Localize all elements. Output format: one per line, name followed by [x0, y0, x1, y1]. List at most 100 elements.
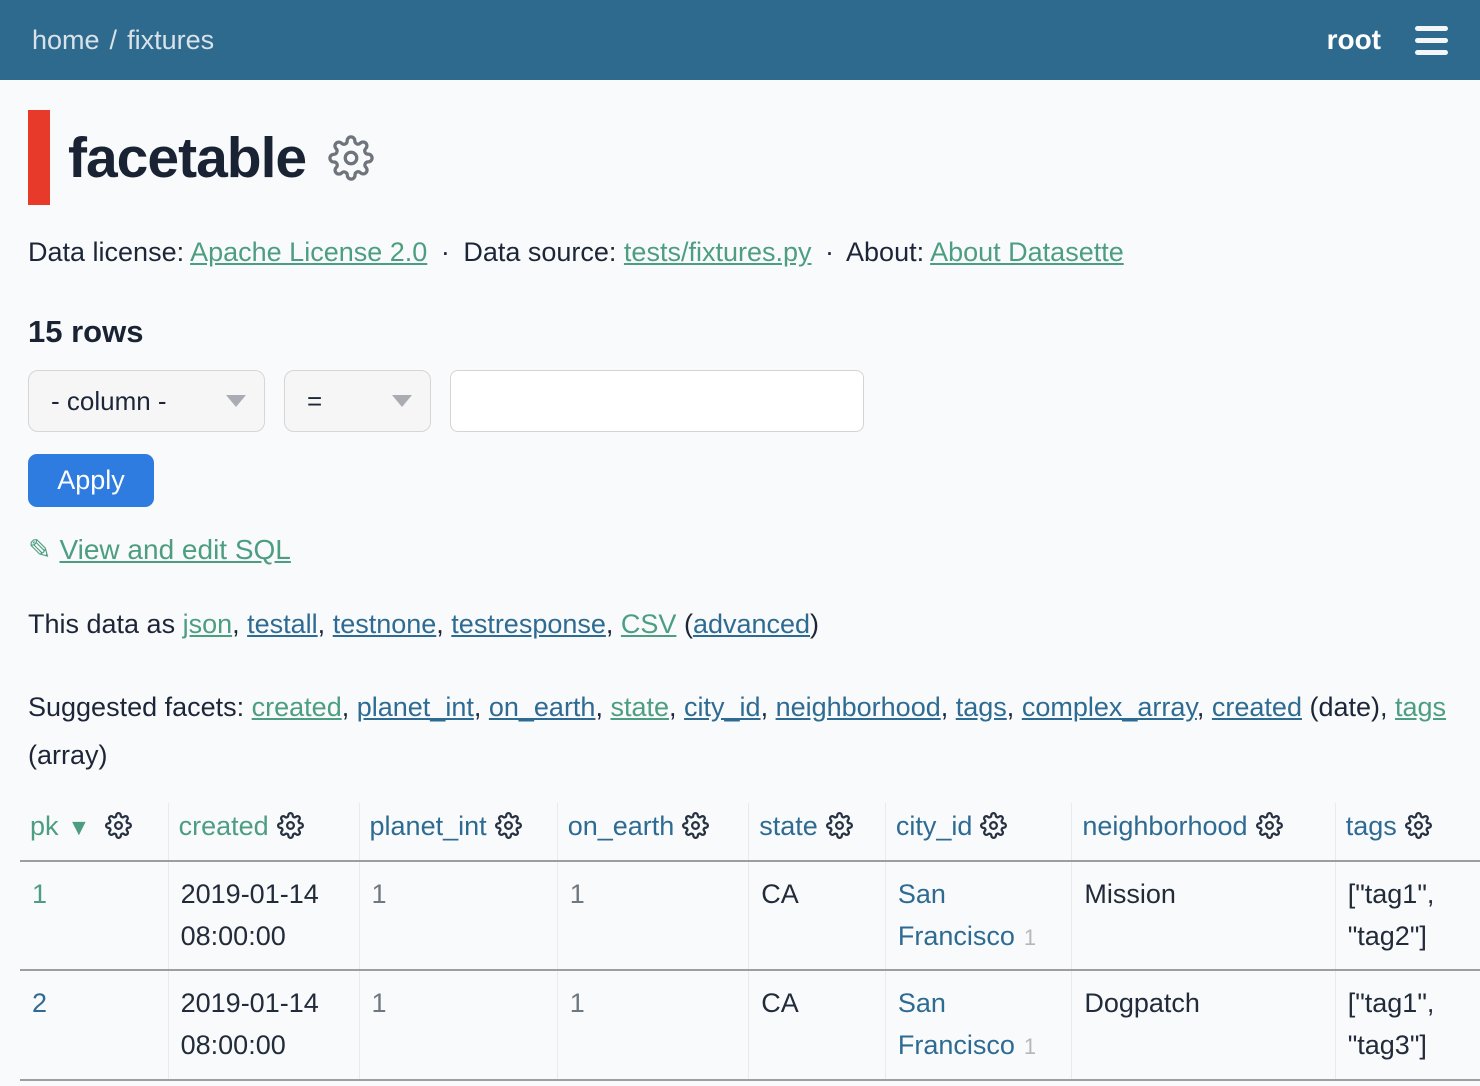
separator: (array) — [28, 740, 108, 770]
separator: (date), — [1302, 692, 1395, 722]
column-gear-icon[interactable] — [1256, 812, 1283, 846]
sort-descending-icon: ▼ — [68, 814, 91, 840]
separator: , — [436, 609, 451, 639]
cell-city-id: San Francisco 1 — [885, 861, 1071, 971]
facet-link-neighborhood[interactable]: neighborhood — [776, 692, 941, 722]
column-gear-icon[interactable] — [495, 812, 522, 846]
cell-value: 1 — [372, 988, 387, 1018]
separator: , — [941, 692, 956, 722]
hamburger-menu-icon[interactable] — [1415, 26, 1448, 55]
separator: , — [318, 609, 333, 639]
filter-column-select[interactable]: - column - — [28, 370, 265, 432]
separator: , — [606, 609, 621, 639]
facet-link-planet-int[interactable]: planet_int — [357, 692, 474, 722]
separator: , — [474, 692, 489, 722]
chevron-down-icon — [226, 395, 246, 407]
results-table: pk ▼ created planet_int on_earth state ci… — [20, 803, 1480, 1081]
separator: , — [1007, 692, 1022, 722]
logged-in-user[interactable]: root — [1327, 24, 1381, 56]
table-actions-gear-icon[interactable] — [328, 135, 374, 181]
column-sort-link-tags[interactable]: tags — [1346, 811, 1397, 841]
page-title: facetable — [68, 125, 306, 191]
column-gear-icon[interactable] — [105, 812, 132, 846]
dot-separator: · — [441, 237, 450, 267]
facet-link-created-date[interactable]: created — [1212, 692, 1302, 722]
city-link[interactable]: San Francisco — [898, 988, 1015, 1060]
cell-planet-int: 1 — [359, 970, 557, 1080]
cell-city-id: San Francisco1 — [885, 970, 1071, 1080]
cell-created: 2019-01-14 08:00:00 — [168, 861, 359, 971]
filter-operator-select[interactable]: = — [284, 370, 431, 432]
export-link-testresponse[interactable]: testresponse — [451, 609, 606, 639]
separator: , — [232, 609, 247, 639]
cell-planet-int: 1 — [359, 861, 557, 971]
city-link[interactable]: San Francisco — [898, 879, 1015, 951]
export-link-csv[interactable]: CSV — [621, 609, 677, 639]
column-header-pk: pk ▼ — [20, 803, 168, 861]
row-pk-link[interactable]: 1 — [32, 879, 47, 909]
foreign-key-id: 1 — [1024, 925, 1036, 950]
separator: , — [595, 692, 610, 722]
breadcrumb-separator: / — [110, 25, 118, 55]
cell-state: CA — [749, 970, 886, 1080]
metadata-line: Data license: Apache License 2.0 · Data … — [28, 233, 1452, 272]
filter-row: - column - = — [28, 370, 1452, 432]
facet-link-tags[interactable]: tags — [956, 692, 1007, 722]
column-gear-icon[interactable] — [277, 812, 304, 846]
column-gear-icon[interactable] — [826, 812, 853, 846]
column-header-state: state — [749, 803, 886, 861]
breadcrumb-database-link[interactable]: fixtures — [127, 25, 214, 55]
export-prefix: This data as — [28, 609, 183, 639]
export-link-testall[interactable]: testall — [247, 609, 318, 639]
column-header-tags: tags — [1335, 803, 1480, 861]
export-link-advanced[interactable]: advanced — [693, 609, 810, 639]
menu-bar — [1415, 38, 1448, 43]
accent-bar — [28, 110, 50, 205]
facets-prefix: Suggested facets: — [28, 692, 252, 722]
about-label: About: — [846, 237, 924, 267]
column-gear-icon[interactable] — [980, 812, 1007, 846]
license-link[interactable]: Apache License 2.0 — [190, 237, 427, 267]
facet-link-city-id[interactable]: city_id — [684, 692, 761, 722]
row-pk-link[interactable]: 2 — [32, 988, 47, 1018]
source-link[interactable]: tests/fixtures.py — [624, 237, 812, 267]
column-sort-link-planet-int[interactable]: planet_int — [370, 811, 487, 841]
apply-button[interactable]: Apply — [28, 454, 154, 507]
column-sort-link-on-earth[interactable]: on_earth — [568, 811, 675, 841]
export-link-testnone[interactable]: testnone — [333, 609, 437, 639]
cell-tags: ["tag1", "tag2"] — [1335, 861, 1480, 971]
column-gear-icon[interactable] — [682, 812, 709, 846]
column-sort-link-state[interactable]: state — [759, 811, 818, 841]
cell-pk: 1 — [20, 861, 168, 971]
column-sort-link-neighborhood[interactable]: neighborhood — [1082, 811, 1247, 841]
column-header-on-earth: on_earth — [557, 803, 749, 861]
facet-link-complex-array[interactable]: complex_array — [1022, 692, 1197, 722]
separator: , — [342, 692, 357, 722]
cell-pk: 2 — [20, 970, 168, 1080]
facet-link-tags-array[interactable]: tags — [1395, 692, 1446, 722]
menu-bar — [1415, 26, 1448, 31]
table-row: 2 2019-01-14 08:00:00 1 1 CA San Francis… — [20, 970, 1480, 1080]
about-link[interactable]: About Datasette — [930, 237, 1124, 267]
facet-link-created[interactable]: created — [252, 692, 342, 722]
column-sort-link-created[interactable]: created — [179, 811, 269, 841]
separator: , — [669, 692, 684, 722]
source-label: Data source: — [463, 237, 616, 267]
column-sort-link-city-id[interactable]: city_id — [896, 811, 973, 841]
export-link-json[interactable]: json — [183, 609, 233, 639]
column-gear-icon[interactable] — [1405, 812, 1432, 846]
facet-link-on-earth[interactable]: on_earth — [489, 692, 596, 722]
cell-value: 1 — [570, 879, 585, 909]
view-edit-sql-link[interactable]: View and edit SQL — [59, 534, 290, 565]
export-line: This data as json, testall, testnone, te… — [28, 604, 1452, 645]
column-header-planet-int: planet_int — [359, 803, 557, 861]
separator: ( — [676, 609, 693, 639]
cell-on-earth: 1 — [557, 861, 749, 971]
filter-value-input[interactable] — [450, 370, 864, 432]
cell-value: 1 — [570, 988, 585, 1018]
facet-link-state[interactable]: state — [610, 692, 669, 722]
breadcrumb-home-link[interactable]: home — [32, 25, 100, 55]
column-sort-link-pk[interactable]: pk — [30, 811, 59, 841]
breadcrumb: home / fixtures — [32, 25, 214, 56]
column-header-neighborhood: neighborhood — [1072, 803, 1335, 861]
